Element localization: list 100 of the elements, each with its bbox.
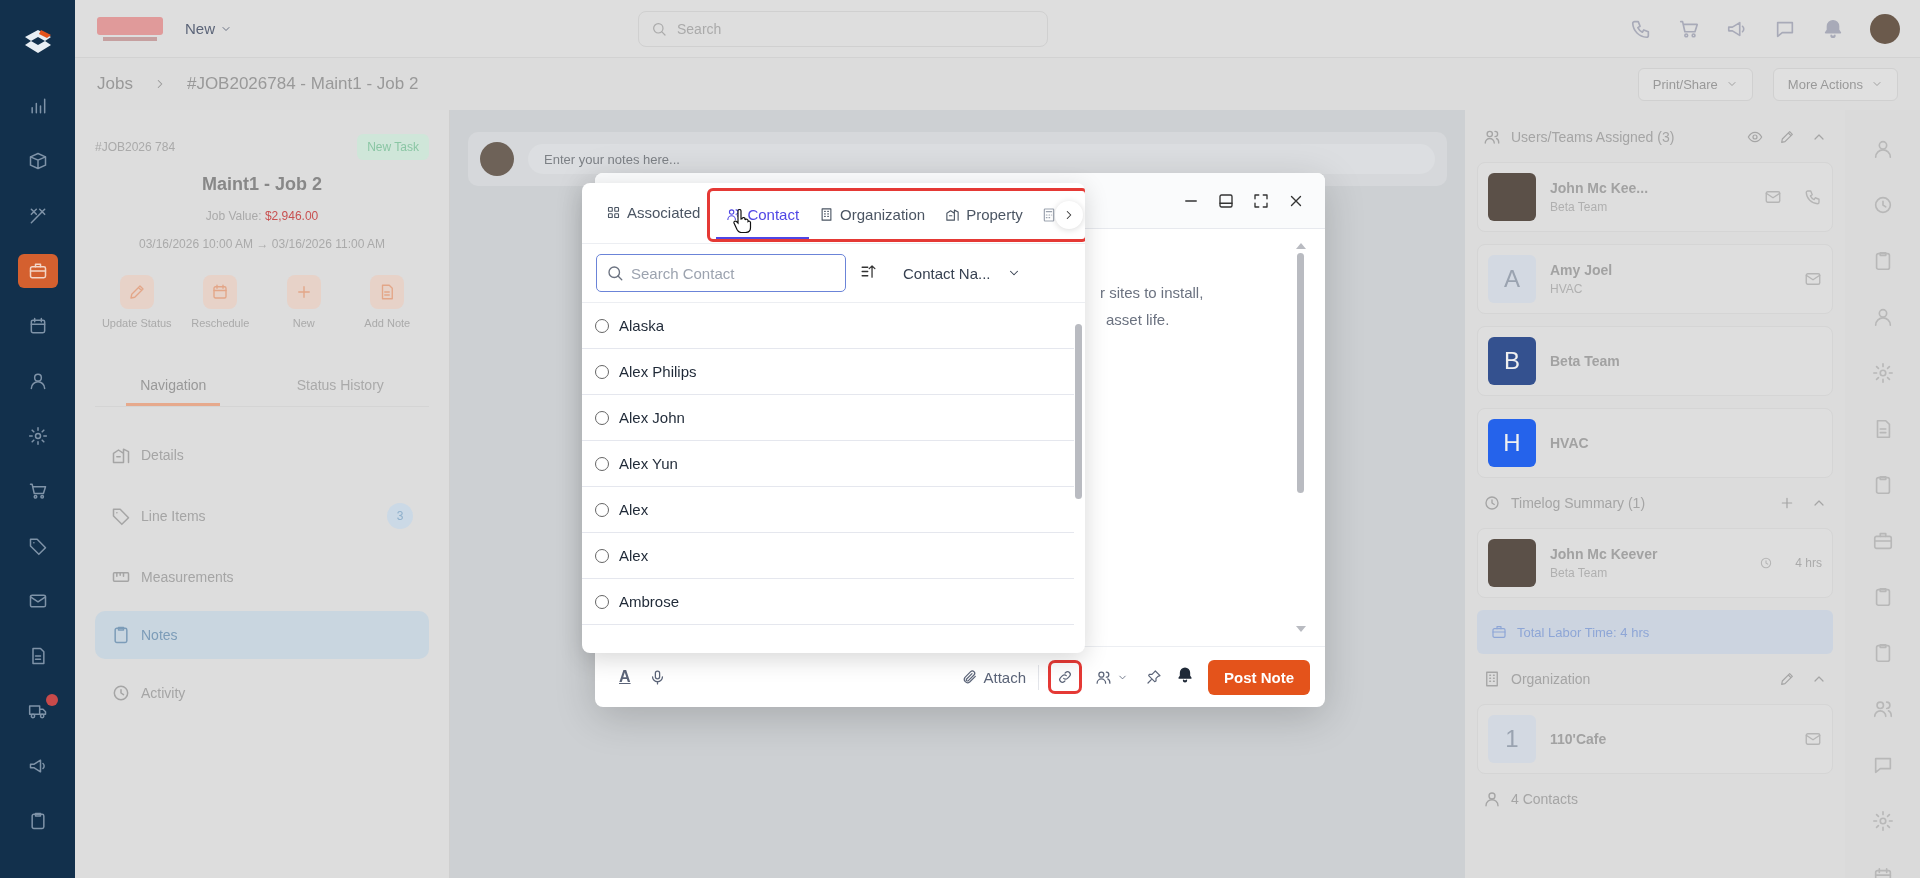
member-name: John Mc Kee... xyxy=(1550,180,1649,196)
contact-option[interactable]: Alex xyxy=(582,487,1074,533)
users-icon[interactable] xyxy=(1871,698,1894,720)
paperclip-icon xyxy=(962,669,979,685)
avatar xyxy=(1488,539,1536,587)
sort-icon xyxy=(860,263,877,280)
calendar-icon xyxy=(211,283,230,301)
count-badge: 3 xyxy=(387,503,413,529)
note-input[interactable]: Enter your notes here... xyxy=(528,144,1435,174)
text-format-button[interactable]: A xyxy=(615,668,635,686)
pencil-icon[interactable] xyxy=(1779,671,1795,687)
breadcrumb-current: #JOB2026784 - Maint1 - Job 2 xyxy=(186,74,419,94)
contact-name: Alaska xyxy=(619,317,665,334)
contact-name: Ambrose xyxy=(619,593,680,610)
nav-label: Activity xyxy=(141,685,186,701)
organization-name: 110'Cafe xyxy=(1550,731,1607,747)
fullscreen-icon[interactable] xyxy=(1252,191,1270,210)
picker-tab[interactable]: Associated xyxy=(596,183,711,243)
mail-icon[interactable] xyxy=(1764,188,1782,206)
house-icon xyxy=(945,206,961,222)
picker-tab[interactable]: Organization xyxy=(809,191,936,239)
contact-name: Alex Philips xyxy=(619,363,697,380)
total-labor-text: Total Labor Time: 4 hrs xyxy=(1517,624,1650,640)
member-name: HVAC xyxy=(1550,435,1589,451)
bell-icon[interactable] xyxy=(1176,666,1194,684)
pin-icon[interactable] xyxy=(1146,669,1162,685)
contact-option[interactable]: Alex Yun xyxy=(582,441,1074,487)
scroll-right-button[interactable] xyxy=(1054,201,1083,229)
member-name: Beta Team xyxy=(1550,353,1620,369)
initial-avatar: B xyxy=(1488,337,1536,385)
contact-search-field[interactable]: Search Contact xyxy=(596,254,846,292)
brand-logo-icon[interactable] xyxy=(97,14,163,43)
tag-icon xyxy=(27,536,48,556)
building-icon xyxy=(1483,670,1501,688)
contact-option[interactable]: Alex Philips xyxy=(582,349,1074,395)
initial-avatar: A xyxy=(1488,255,1536,303)
rail-item[interactable] xyxy=(17,254,58,288)
clock-icon xyxy=(1759,556,1774,570)
link-icon xyxy=(1057,669,1073,685)
search-icon xyxy=(651,20,667,37)
contact-option[interactable]: Alex John xyxy=(582,395,1074,441)
initial-avatar: 1 xyxy=(1488,715,1536,763)
dock-icon[interactable] xyxy=(1217,191,1235,210)
clipboard-icon xyxy=(111,625,131,645)
briefcase-icon xyxy=(1491,624,1507,640)
user-avatar[interactable] xyxy=(1870,13,1900,44)
contact-name: Alex Yun xyxy=(619,455,678,472)
new-menu[interactable]: New xyxy=(181,16,236,41)
avatar xyxy=(480,142,514,176)
cart-icon xyxy=(27,481,48,501)
contact-name: Alex John xyxy=(619,409,685,426)
job-title: Maint1 - Job 2 xyxy=(201,174,323,195)
house-icon xyxy=(111,445,131,465)
quick-action-button[interactable] xyxy=(286,275,321,309)
briefcase-icon xyxy=(27,261,48,281)
sort-field-dropdown[interactable]: Contact Na... xyxy=(897,263,1027,283)
note-text: r sites to install, xyxy=(1100,283,1205,303)
nav-label: Notes xyxy=(141,627,178,643)
tag-icon xyxy=(111,506,131,526)
phone-icon[interactable] xyxy=(1804,188,1822,206)
nav-label: Details xyxy=(141,447,184,463)
megaphone-icon xyxy=(27,756,48,776)
pencil-icon[interactable] xyxy=(1779,129,1795,145)
job-value: $2,946.00 xyxy=(264,209,319,223)
contact-option[interactable]: Alaska xyxy=(582,303,1074,349)
quick-action-button[interactable] xyxy=(203,275,238,309)
mail-icon[interactable] xyxy=(1804,730,1822,748)
quick-action-button[interactable] xyxy=(119,275,154,309)
pencil-icon xyxy=(127,283,146,301)
nav-label: Line Items xyxy=(141,508,206,524)
grid-icon xyxy=(606,204,621,220)
member-name: John Mc Keever xyxy=(1550,546,1658,562)
mail-icon[interactable] xyxy=(1804,270,1822,288)
contact-option[interactable]: Alex xyxy=(582,533,1074,579)
post-note-button[interactable]: Post Note xyxy=(1208,659,1310,695)
contact-name: Alex xyxy=(619,501,649,518)
scrollbar[interactable] xyxy=(1296,243,1305,632)
nav-label: Measurements xyxy=(141,569,234,585)
person-icon xyxy=(1483,790,1501,808)
clock-icon xyxy=(111,683,131,703)
member-name: Amy Joel xyxy=(1550,262,1613,278)
gear-icon[interactable] xyxy=(1871,810,1894,832)
attach-button[interactable]: Attach xyxy=(958,664,1039,690)
search-icon xyxy=(606,264,624,282)
users-icon xyxy=(1483,128,1501,146)
gear-icon xyxy=(27,426,48,446)
initial-avatar: H xyxy=(1488,419,1536,467)
building-icon xyxy=(819,206,835,222)
gear-icon[interactable] xyxy=(1871,362,1894,384)
briefcase-icon[interactable] xyxy=(1871,530,1894,552)
note-text: asset life. xyxy=(1105,310,1171,330)
quick-action-button[interactable] xyxy=(370,275,405,309)
picker-tab[interactable]: Property xyxy=(935,191,1033,239)
plus-icon[interactable] xyxy=(1779,495,1795,511)
avatar xyxy=(1488,173,1536,221)
eye-icon[interactable] xyxy=(1747,129,1763,145)
box-icon xyxy=(27,151,48,171)
contact-option[interactable]: Ambrose xyxy=(582,579,1074,625)
clock-icon xyxy=(1483,494,1501,512)
status-badge: New Task xyxy=(357,134,429,160)
